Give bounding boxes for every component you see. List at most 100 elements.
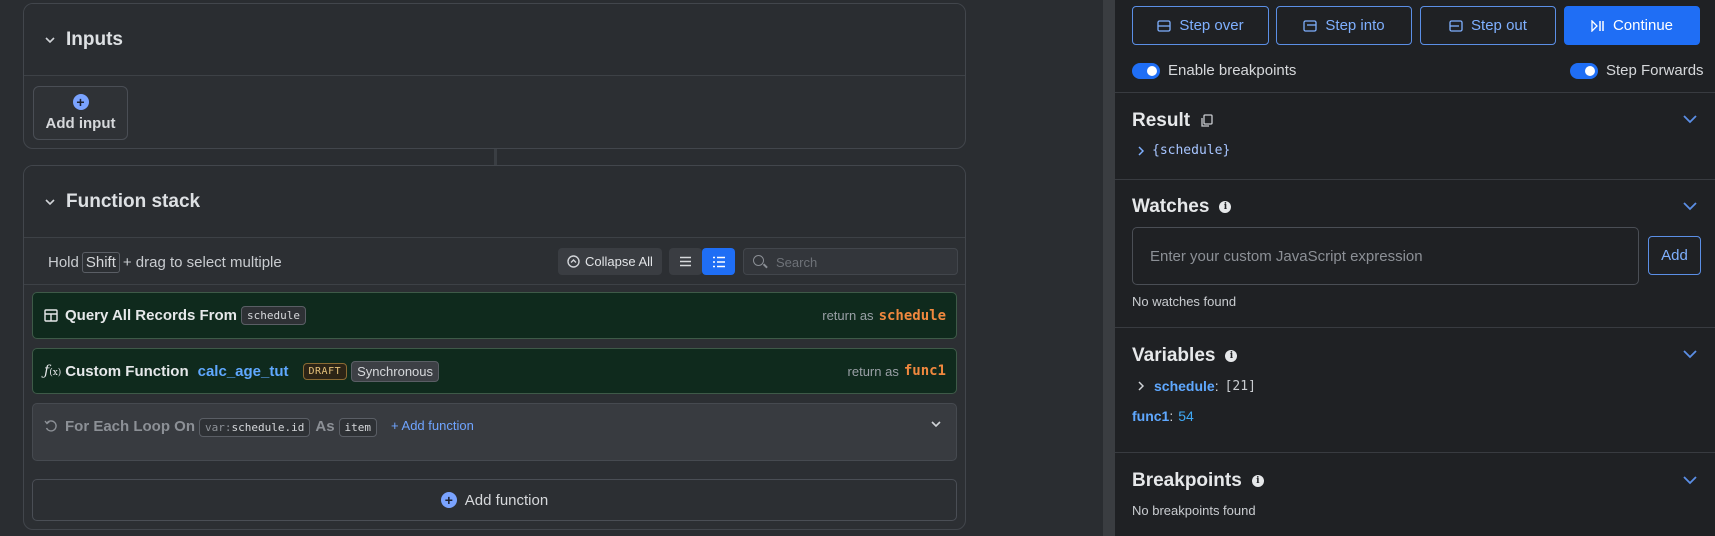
- collapse-all-button[interactable]: Collapse All: [558, 248, 662, 275]
- enable-breakpoints-toggle[interactable]: Enable breakpoints: [1132, 62, 1296, 79]
- step-out-icon: [1449, 19, 1463, 32]
- table-icon: [44, 309, 58, 322]
- result-section: Result {schedule}: [1115, 92, 1715, 179]
- watch-expression-input[interactable]: [1150, 246, 1620, 266]
- variable-name: func1: [1132, 408, 1170, 424]
- var-key: var:: [205, 421, 232, 434]
- function-label: Query All Records From: [65, 307, 237, 324]
- hint-prefix: Hold: [48, 254, 79, 271]
- search-icon: [753, 255, 764, 266]
- result-title: Result: [1132, 110, 1191, 131]
- debugger-panel: Step over Step into Step out Continue En…: [1115, 0, 1715, 536]
- add-watch-button[interactable]: Add: [1648, 236, 1701, 275]
- result-tree-item[interactable]: {schedule}: [1137, 143, 1230, 158]
- detail-list-icon: [712, 256, 725, 267]
- step-forwards-label: Step Forwards: [1606, 62, 1704, 79]
- loop-variable-chip[interactable]: var:schedule.id: [199, 418, 311, 437]
- detail-view-button[interactable]: [702, 248, 735, 275]
- toggle-switch[interactable]: [1132, 62, 1160, 79]
- step-into-label: Step into: [1325, 17, 1385, 34]
- chevron-down-icon[interactable]: [1682, 113, 1698, 125]
- collapse-circle-icon: [567, 255, 580, 268]
- function-stack-card: Function stack Hold Shift + drag to select…: [23, 165, 966, 530]
- list-view-button[interactable]: [669, 248, 702, 275]
- step-into-button[interactable]: Step into: [1276, 6, 1412, 45]
- info-icon[interactable]: i: [1225, 350, 1238, 362]
- app-root: Inputs + Add input Function stack Hold Sh…: [0, 0, 1715, 536]
- variable-func1[interactable]: func1 : 54: [1132, 408, 1194, 424]
- continue-label: Continue: [1612, 17, 1674, 34]
- variables-title: Variables: [1132, 345, 1216, 366]
- draft-badge: DRAFT: [302, 362, 348, 380]
- chevron-right-icon[interactable]: [1137, 380, 1145, 392]
- add-function-label: Add function: [464, 491, 549, 509]
- table-chip[interactable]: schedule: [241, 306, 306, 325]
- step-out-label: Step out: [1471, 17, 1527, 34]
- return-variable[interactable]: func1: [904, 363, 946, 379]
- watches-header: Watches i: [1132, 196, 1232, 218]
- variable-value: 54: [1178, 408, 1194, 424]
- custom-function-name[interactable]: calc_age_tut: [198, 363, 289, 380]
- return-variable[interactable]: schedule: [879, 308, 946, 324]
- variable-separator: :: [1169, 408, 1174, 424]
- chevron-right-icon[interactable]: [1137, 145, 1145, 157]
- chevron-down-icon[interactable]: [1682, 474, 1698, 486]
- chevron-down-icon[interactable]: [1682, 348, 1698, 360]
- toggle-switch[interactable]: [1570, 62, 1598, 79]
- return-prefix: return as: [822, 308, 874, 323]
- function-icon: ƒ(x): [44, 363, 62, 379]
- no-watches-text: No watches found: [1132, 294, 1237, 309]
- step-over-icon: [1157, 19, 1172, 32]
- play-pause-icon: [1591, 19, 1604, 32]
- no-breakpoints-text: No breakpoints found: [1132, 503, 1256, 518]
- function-row-foreach[interactable]: For Each Loop On var:schedule.id As item…: [32, 403, 957, 461]
- copy-icon[interactable]: [1200, 114, 1213, 128]
- inputs-card: Inputs + Add input: [23, 3, 966, 149]
- add-function-button[interactable]: + Add function: [32, 479, 957, 521]
- function-stack-header[interactable]: Function stack: [24, 166, 965, 238]
- add-input-label: Add input: [45, 115, 116, 132]
- as-label: As: [315, 418, 335, 435]
- step-into-icon: [1303, 19, 1318, 32]
- function-row-custom[interactable]: ƒ(x) Custom Function calc_age_tut DRAFT …: [32, 348, 957, 394]
- multi-select-hint: Hold Shift + drag to select multiple: [48, 252, 282, 273]
- return-prefix: return as: [847, 363, 899, 379]
- plus-circle-icon: +: [72, 94, 89, 110]
- loop-icon: [44, 420, 57, 432]
- chevron-down-icon[interactable]: [1682, 200, 1698, 212]
- continue-button[interactable]: Continue: [1564, 6, 1700, 45]
- sync-mode-badge: Synchronous: [351, 360, 440, 382]
- chevron-down-icon[interactable]: [930, 418, 942, 430]
- variable-value: [21]: [1224, 378, 1256, 394]
- var-value: schedule.id: [231, 421, 305, 434]
- function-stack-title: Function stack: [66, 190, 201, 212]
- variable-schedule[interactable]: schedule : [21]: [1137, 378, 1256, 394]
- add-nested-function-link[interactable]: + Add function: [391, 418, 474, 433]
- step-over-button[interactable]: Step over: [1132, 6, 1269, 45]
- add-input-button[interactable]: + Add input: [33, 86, 128, 140]
- plus-circle-icon: +: [440, 492, 457, 508]
- info-icon[interactable]: i: [1219, 201, 1232, 213]
- item-chip[interactable]: item: [338, 418, 378, 437]
- result-value: {schedule}: [1152, 143, 1231, 158]
- breakpoints-title: Breakpoints: [1132, 470, 1242, 491]
- inputs-card-header[interactable]: Inputs: [24, 4, 965, 76]
- step-out-button[interactable]: Step out: [1420, 6, 1556, 45]
- enable-breakpoints-label: Enable breakpoints: [1168, 62, 1297, 79]
- function-label: Custom Function: [65, 362, 189, 380]
- info-icon[interactable]: i: [1251, 475, 1264, 487]
- variable-name: schedule: [1154, 378, 1215, 394]
- panel-splitter[interactable]: [1103, 0, 1115, 536]
- shift-key: Shift: [81, 252, 120, 273]
- function-label: For Each Loop On: [65, 418, 195, 435]
- search-input[interactable]: [776, 253, 946, 271]
- function-row-query[interactable]: Query All Records From schedule return a…: [32, 292, 957, 339]
- step-forwards-toggle[interactable]: Step Forwards: [1570, 62, 1704, 79]
- variables-section: Variables i schedule : [21] func1 : 54: [1115, 327, 1715, 452]
- collapse-all-label: Collapse All: [585, 254, 653, 269]
- variable-separator: :: [1214, 378, 1219, 394]
- editor-area: Inputs + Add input Function stack Hold Sh…: [0, 0, 1103, 536]
- breakpoints-section: Breakpoints i No breakpoints found: [1115, 452, 1715, 536]
- chevron-down-icon: [45, 198, 55, 205]
- inputs-title: Inputs: [66, 28, 123, 50]
